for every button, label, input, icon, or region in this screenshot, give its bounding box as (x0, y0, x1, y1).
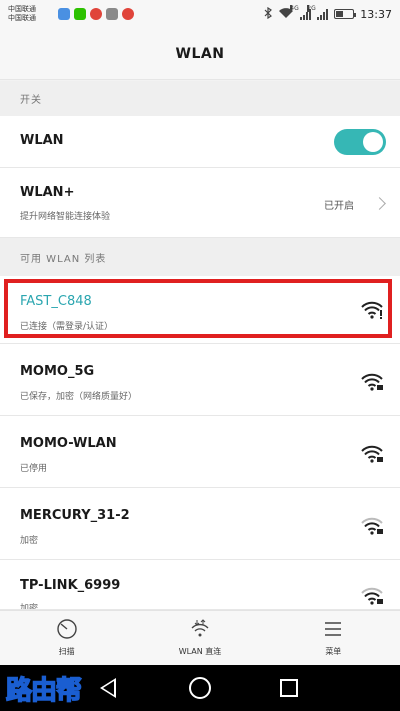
navigation-bar: 路由帮 (0, 665, 400, 711)
wifi-signal-locked-icon (361, 445, 383, 463)
network-row-tp-link[interactable]: TP-LINK_6999 加密 (0, 560, 400, 610)
recent-apps-icon[interactable] (280, 679, 298, 697)
back-icon[interactable] (100, 678, 116, 698)
network-status: 加密 (20, 604, 39, 610)
network-row-mercury[interactable]: MERCURY_31-2 加密 (0, 488, 400, 560)
section-header-networks: 可用 WLAN 列表 (0, 238, 400, 276)
wlan-direct-label: WLAN 直连 (178, 647, 222, 656)
title-bar: WLAN (0, 28, 400, 80)
menu-icon (325, 622, 342, 636)
wlan-plus-description: 提升网络智能连接体验 (20, 212, 111, 222)
network-status: 已停用 (20, 464, 48, 474)
carrier-info: 中国联通 中国联通 (8, 5, 52, 23)
wifi-signal-locked-icon (361, 587, 383, 605)
network-status: 已保存，加密（网络质量好） (20, 392, 138, 402)
wifi-signal-alert-icon (361, 301, 383, 319)
network-name: MOMO_5G (20, 364, 95, 379)
wlan-direct-button[interactable]: WLAN 直连 (133, 611, 266, 665)
menu-button[interactable]: 菜单 (267, 611, 400, 665)
signal-2-icon: 2G (307, 4, 329, 20)
wlan-plus-status: 已开启 (324, 201, 354, 212)
network-status: 加密 (20, 536, 39, 546)
scan-icon (56, 619, 77, 639)
clock: 13:37 (360, 7, 392, 21)
mail-app-icon (58, 8, 70, 20)
status-bar: 中国联通 中国联通 4G 2G 13:37 (0, 0, 400, 28)
network-row-momo-5g[interactable]: MOMO_5G 已保存，加密（网络质量好） (0, 344, 400, 416)
chevron-right-icon (373, 197, 386, 210)
section-header-switch: 开关 (0, 81, 400, 116)
notification-icons (58, 8, 134, 20)
carrier-2: 中国联通 (8, 14, 36, 22)
network-name: FAST_C848 (20, 294, 92, 309)
weibo-icon-2 (122, 8, 134, 20)
toggle-knob (363, 132, 383, 152)
wlan-plus-row[interactable]: WLAN+ 提升网络智能连接体验 已开启 (0, 168, 400, 238)
wlan-plus-label: WLAN+ (20, 185, 75, 200)
battery-icon (334, 9, 357, 19)
wifi-signal-locked-icon (361, 517, 383, 535)
wifi-signal-locked-icon (361, 373, 383, 391)
wlan-toggle-row[interactable]: WLAN (0, 116, 400, 168)
network-name: MERCURY_31-2 (20, 508, 130, 523)
network-name: MOMO-WLAN (20, 436, 117, 451)
network-status: 已连接（需登录/认证） (20, 322, 114, 332)
carrier-1: 中国联通 (8, 5, 36, 13)
wlan-toggle-switch[interactable] (334, 129, 386, 155)
gallery-icon (106, 8, 118, 20)
scan-button[interactable]: 扫描 (0, 611, 133, 665)
network-row-momo-wlan[interactable]: MOMO-WLAN 已停用 (0, 416, 400, 488)
scan-label: 扫描 (58, 647, 75, 656)
network-row-fast-c848[interactable]: FAST_C848 已连接（需登录/认证） (0, 276, 400, 344)
weibo-icon (90, 8, 102, 20)
system-icons: 4G 2G 13:37 (264, 4, 392, 21)
wlan-direct-icon (191, 619, 209, 637)
wechat-icon (74, 8, 86, 20)
menu-label: 菜单 (325, 647, 342, 656)
watermark-logo: 路由帮 (5, 675, 83, 707)
page-title: WLAN (175, 45, 225, 62)
network-name: TP-LINK_6999 (20, 578, 121, 593)
wlan-label: WLAN (20, 133, 64, 148)
bottom-toolbar: 扫描 WLAN 直连 菜单 (0, 610, 400, 665)
bluetooth-icon (264, 6, 273, 21)
home-icon[interactable] (189, 677, 211, 699)
